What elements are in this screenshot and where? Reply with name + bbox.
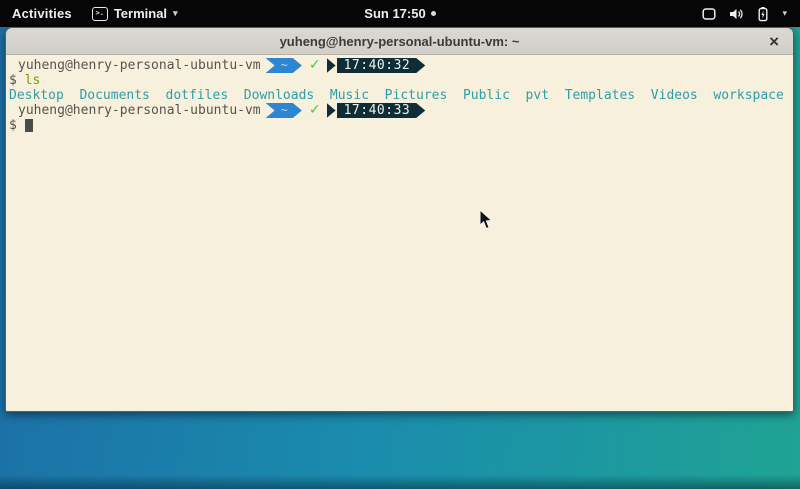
app-menu-terminal[interactable]: >. Terminal ▾ <box>84 0 186 27</box>
command-line: $ ls <box>9 73 790 88</box>
close-icon[interactable]: × <box>769 28 779 54</box>
prompt-symbol: $ <box>9 118 17 133</box>
prompt-line-1: yuheng@henry-personal-ubuntu-vm ~ ✓ 17:4… <box>9 58 790 73</box>
window-titlebar[interactable]: yuheng@henry-personal-ubuntu-vm: ~ × <box>6 28 793 55</box>
terminal-content[interactable]: yuheng@henry-personal-ubuntu-vm ~ ✓ 17:4… <box>6 55 793 411</box>
prompt-line-2: yuheng@henry-personal-ubuntu-vm ~ ✓ 17:4… <box>9 103 790 118</box>
check-icon: ✓ <box>309 103 321 118</box>
input-line[interactable]: $ <box>9 118 790 133</box>
prompt-time-segment: 17:40:32 <box>337 58 426 73</box>
notification-dot-icon <box>431 11 436 16</box>
chevron-down-icon: ▾ <box>173 8 178 19</box>
prompt-symbol: $ <box>9 73 17 88</box>
system-menu[interactable]: ▾ <box>688 0 800 27</box>
prompt-user-host: yuheng@henry-personal-ubuntu-vm <box>18 103 261 118</box>
powerline-arrow-icon <box>327 58 336 73</box>
window-title: yuheng@henry-personal-ubuntu-vm: ~ <box>280 34 520 49</box>
volume-icon <box>728 6 744 22</box>
check-icon: ✓ <box>309 58 321 73</box>
top-bar: Activities >. Terminal ▾ Sun 17:50 <box>0 0 800 27</box>
screen-icon <box>701 6 717 22</box>
terminal-window: yuheng@henry-personal-ubuntu-vm: ~ × yuh… <box>5 27 794 412</box>
prompt-time-segment: 17:40:33 <box>337 103 426 118</box>
chevron-down-icon: ▾ <box>782 8 787 19</box>
command-text: ls <box>25 73 41 88</box>
activities-button[interactable]: Activities <box>0 0 84 27</box>
terminal-app-icon: >. <box>92 7 108 21</box>
prompt-user-host: yuheng@henry-personal-ubuntu-vm <box>18 58 261 73</box>
battery-charging-icon <box>755 6 771 22</box>
prompt-cwd-segment: ~ <box>266 58 302 73</box>
ls-output-line: Desktop Documents dotfiles Downloads Mus… <box>9 88 790 103</box>
prompt-cwd-segment: ~ <box>266 103 302 118</box>
text-cursor <box>25 119 33 132</box>
powerline-arrow-icon <box>327 103 336 118</box>
clock-label: Sun 17:50 <box>364 6 425 21</box>
desktop: Activities >. Terminal ▾ Sun 17:50 <box>0 0 800 489</box>
app-menu-label: Terminal <box>114 6 167 21</box>
